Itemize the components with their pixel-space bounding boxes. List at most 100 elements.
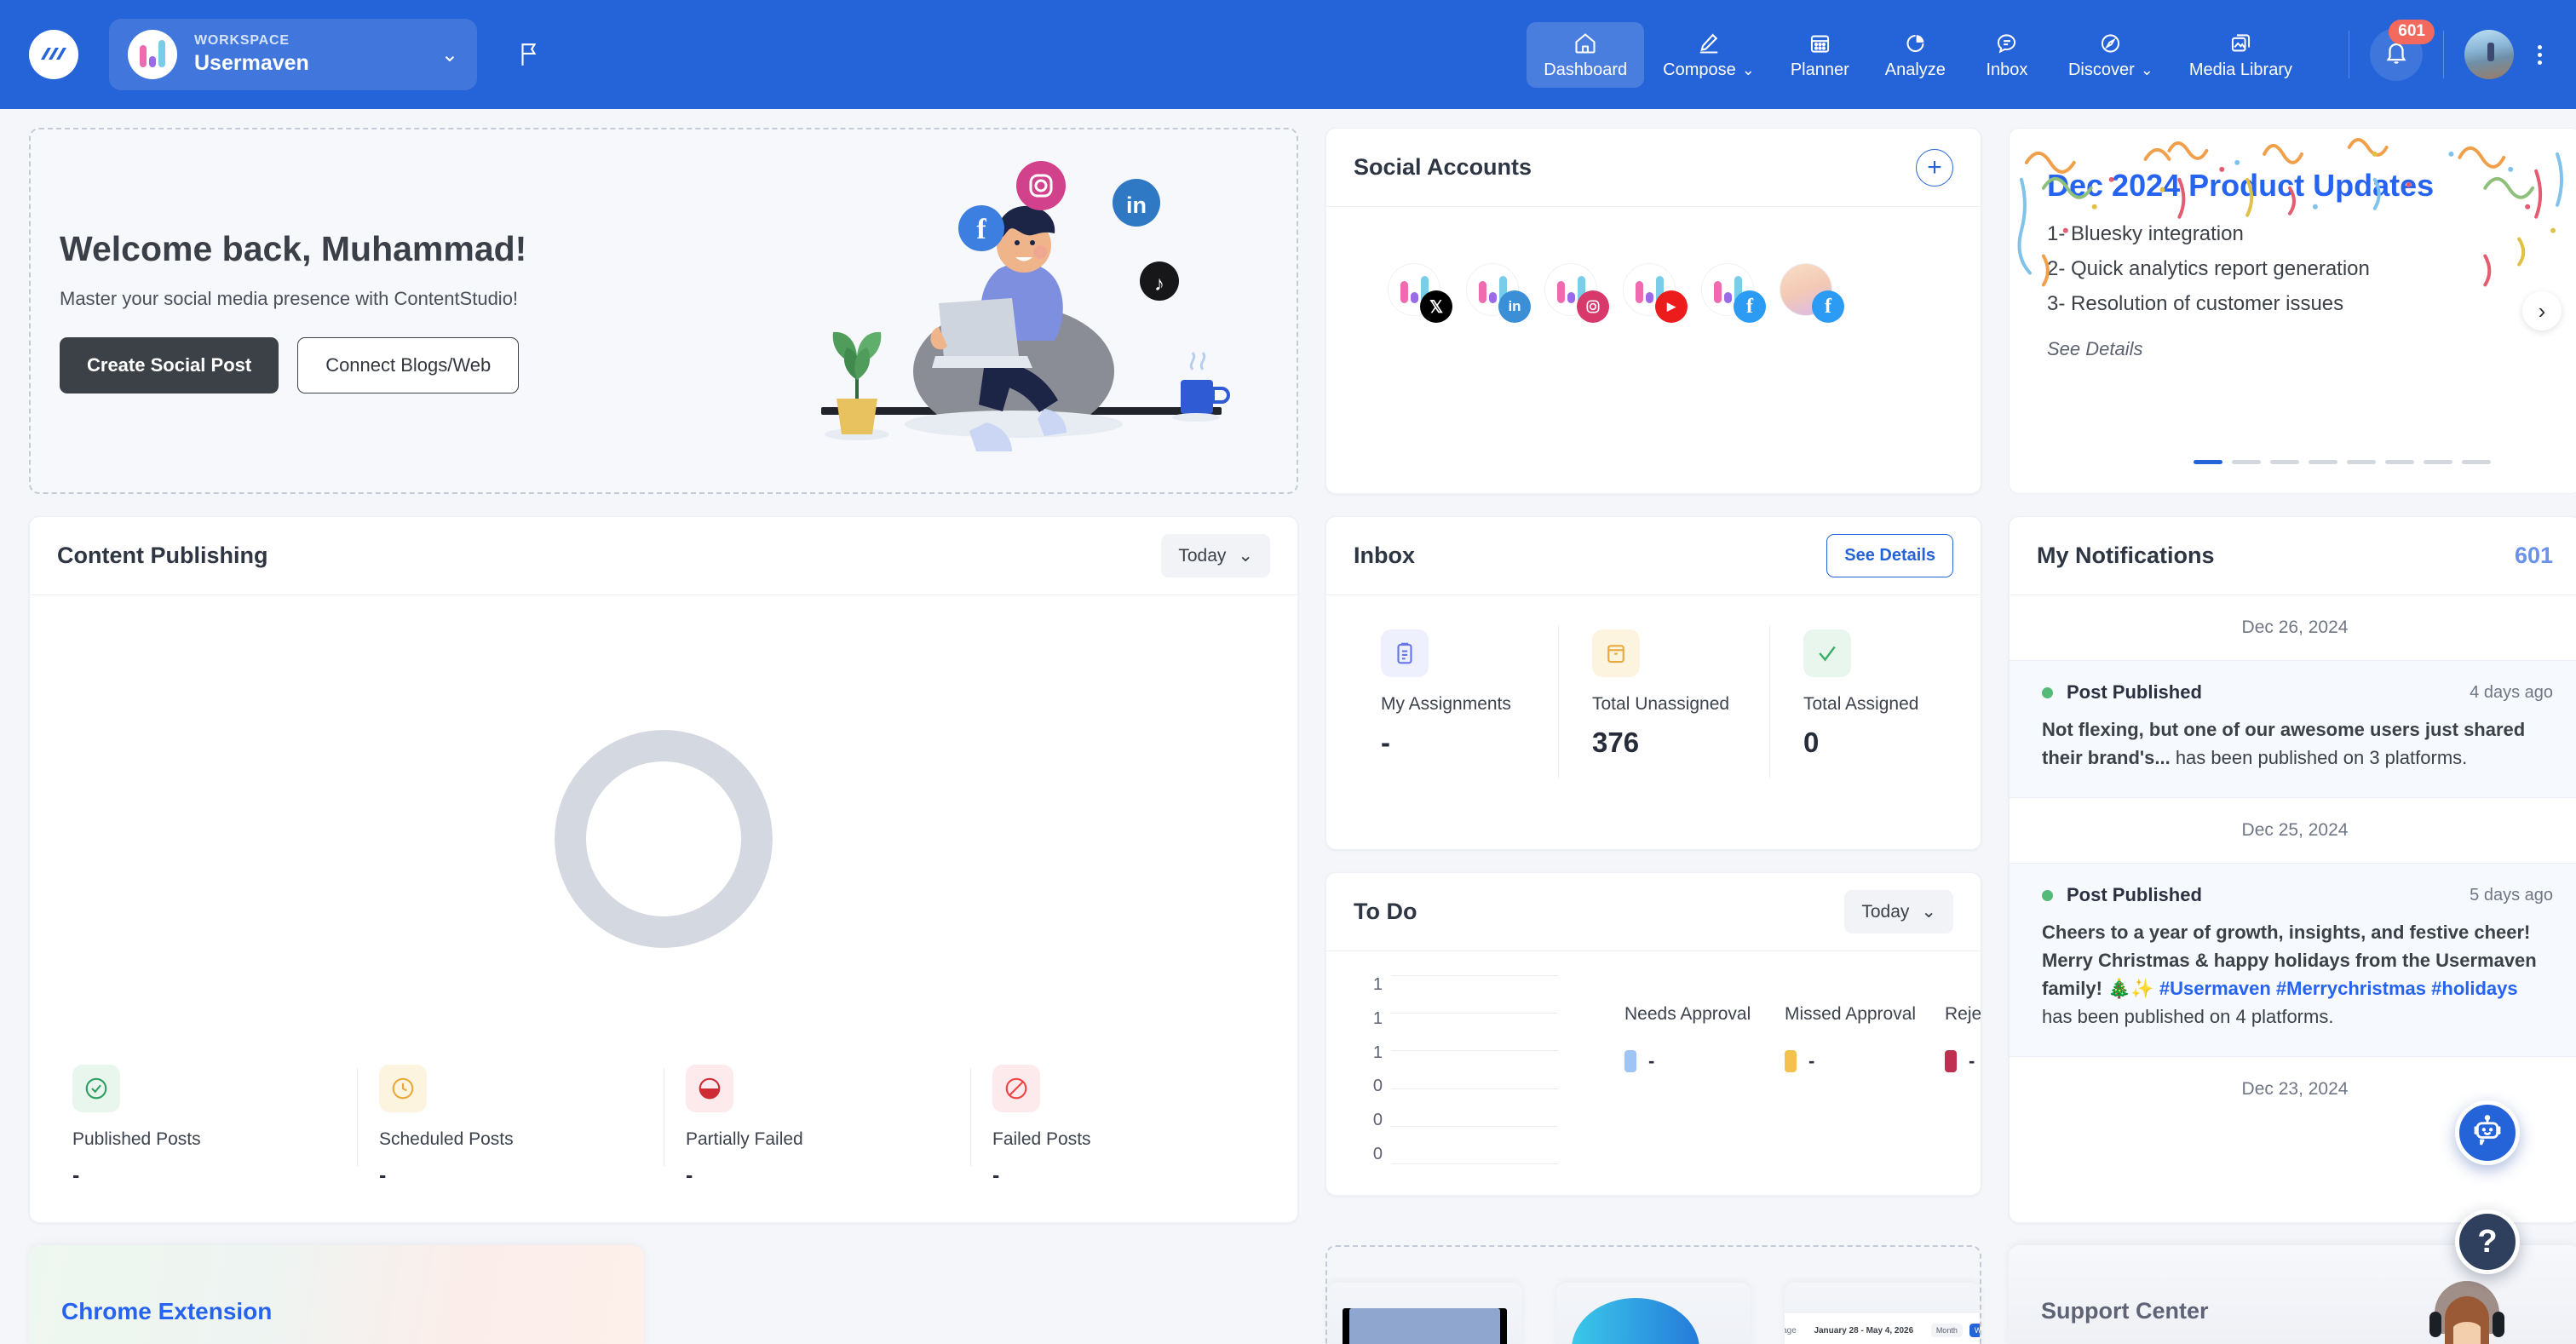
nav-item-dashboard[interactable]: Dashboard xyxy=(1527,21,1645,88)
nav-label-analyze: Analyze xyxy=(1884,60,1946,79)
carousel-dot[interactable] xyxy=(2385,460,2414,464)
linkedin-icon: in xyxy=(1498,290,1531,323)
chrome-extension-card[interactable]: Chrome Extension xyxy=(29,1245,644,1344)
message-icon xyxy=(1995,32,2018,55)
device-preview-1[interactable] xyxy=(1327,1283,1522,1344)
inbox-see-details-button[interactable]: See Details xyxy=(1826,534,1953,577)
notification-item[interactable]: Post Published 5 days ago Cheers to a ye… xyxy=(2010,863,2576,1057)
grid-lines xyxy=(1391,975,1558,1164)
carousel-dot[interactable] xyxy=(2462,460,2491,464)
notification-item[interactable]: Post Published 4 days ago Not flexing, b… xyxy=(2010,660,2576,798)
social-accounts-title: Social Accounts xyxy=(1354,154,1532,180)
legend-value: - xyxy=(1808,1049,1815,1071)
publishing-stats-row: Published Posts - Scheduled Posts - Part… xyxy=(30,1065,1297,1222)
more-options-icon[interactable] xyxy=(2533,40,2547,70)
social-account-x[interactable]: 𝕏 xyxy=(1388,263,1452,323)
compass-icon xyxy=(2099,32,2122,55)
y-tick: 0 xyxy=(1372,1111,1383,1130)
user-avatar[interactable] xyxy=(2464,30,2514,79)
carousel-dot[interactable] xyxy=(2309,460,2337,464)
nav-item-discover[interactable]: Discover ⌄ xyxy=(2051,22,2171,88)
carousel-dot[interactable] xyxy=(2194,460,2222,464)
stat-label: Published Posts xyxy=(72,1129,201,1149)
flag-icon[interactable] xyxy=(518,42,540,67)
workspace-label: WORKSPACE xyxy=(194,32,290,48)
y-tick: 0 xyxy=(1372,1144,1383,1163)
device-previews: Manage January 28 - May 4, 2026 Month We… xyxy=(1327,1283,1981,1344)
carousel-dots xyxy=(2194,460,2491,464)
social-accounts-card: Social Accounts + 𝕏 in ▶ f f xyxy=(1325,128,1981,494)
legend-rejected-posts: Rejected Posts - xyxy=(1945,1002,1981,1164)
notification-hashtag[interactable]: #Usermaven xyxy=(2159,978,2271,999)
notification-hashtag[interactable]: #Merrychristmas xyxy=(2276,978,2426,999)
help-button[interactable]: ? xyxy=(2455,1209,2520,1274)
legend-swatch xyxy=(1945,1049,1957,1072)
nav-item-planner[interactable]: Planner xyxy=(1774,22,1866,88)
legend-label: Needs Approval xyxy=(1624,1004,1751,1024)
publishing-donut-chart xyxy=(30,595,1297,1065)
device-preview-3[interactable]: Manage January 28 - May 4, 2026 Month We… xyxy=(1785,1283,1981,1344)
notification-date-group: Dec 26, 2024 xyxy=(2241,617,2349,637)
clipboard-icon xyxy=(1381,629,1429,677)
chat-bot-button[interactable] xyxy=(2455,1100,2520,1165)
social-account-facebook-1[interactable]: f xyxy=(1701,263,1766,323)
inbox-title: Inbox xyxy=(1354,543,1415,568)
mini-date-range: January 28 - May 4, 2026 xyxy=(1814,1325,1914,1335)
nav-item-compose[interactable]: Compose ⌄ xyxy=(1646,22,1772,88)
carousel-dot[interactable] xyxy=(2347,460,2376,464)
carousel-next-arrow-icon[interactable]: › xyxy=(2522,291,2562,330)
social-account-facebook-2[interactable]: f xyxy=(1780,263,1844,323)
grid-line xyxy=(1391,1013,1558,1014)
product-update-item: 1- Bluesky integration xyxy=(2047,222,2244,245)
stat-value: - xyxy=(1381,727,1390,758)
nav-item-media-library[interactable]: Media Library xyxy=(2172,22,2309,88)
content-publishing-range-select[interactable]: Today ⌄ xyxy=(1161,534,1270,577)
workspace-switcher[interactable]: WORKSPACE Usermaven ⌄ xyxy=(109,19,477,90)
stat-value: - xyxy=(686,1163,693,1187)
inbox-icon xyxy=(1592,629,1640,677)
nav-text-compose: Compose xyxy=(1663,60,1736,79)
nav-item-inbox[interactable]: Inbox xyxy=(1964,22,2050,88)
content-publishing-title: Content Publishing xyxy=(57,543,268,568)
stat-value: 376 xyxy=(1592,727,1640,758)
bottom-strip: Chrome Extension Manage January 28 - May… xyxy=(0,1245,2576,1344)
social-account-youtube[interactable]: ▶ xyxy=(1623,263,1688,323)
notification-timestamp: 5 days ago xyxy=(2470,885,2553,905)
stat-value: - xyxy=(72,1163,80,1187)
product-updates-see-details-link[interactable]: See Details xyxy=(2047,338,2543,360)
ban-icon xyxy=(992,1065,1040,1112)
social-account-linkedin[interactable]: in xyxy=(1466,263,1531,323)
stat-label: Partially Failed xyxy=(686,1129,803,1149)
nav-item-analyze[interactable]: Analyze xyxy=(1868,22,1963,88)
stat-partially-failed: Partially Failed - xyxy=(664,1065,970,1188)
social-account-instagram[interactable] xyxy=(1544,263,1609,323)
notifications-bell-button[interactable]: 601 xyxy=(2370,20,2435,81)
y-tick: 1 xyxy=(1372,1042,1383,1062)
carousel-dot[interactable] xyxy=(2232,460,2261,464)
welcome-banner: Welcome back, Muhammad! Master your soci… xyxy=(29,128,1298,494)
product-updates-list: 1- Bluesky integration 2- Quick analytic… xyxy=(2047,222,2543,316)
grid-line xyxy=(1391,1088,1558,1089)
carousel-dot[interactable] xyxy=(2424,460,2452,464)
carousel-dot[interactable] xyxy=(2270,460,2299,464)
legend-label: Missed Approval xyxy=(1785,1004,1917,1024)
grid-line xyxy=(1391,975,1558,976)
pencil-icon xyxy=(1697,32,1721,55)
facebook-icon: f xyxy=(1812,290,1844,323)
create-social-post-button[interactable]: Create Social Post xyxy=(60,336,279,393)
stat-label: Scheduled Posts xyxy=(379,1129,514,1149)
clock-icon xyxy=(379,1065,427,1112)
notification-kind: Post Published xyxy=(2067,681,2202,703)
connect-blogs-web-button[interactable]: Connect Blogs/Web xyxy=(297,336,520,393)
contentstudio-logo[interactable] xyxy=(29,30,78,79)
notification-text-rest: has been published on 3 platforms. xyxy=(2170,747,2468,768)
image-icon xyxy=(2229,32,2252,55)
add-social-account-button[interactable]: + xyxy=(1916,148,1953,187)
device-preview-2[interactable] xyxy=(1555,1283,1751,1344)
todo-bar-chart: 1 1 1 0 0 0 xyxy=(1367,975,1558,1164)
nav-text-discover: Discover xyxy=(2067,60,2135,79)
todo-title: To Do xyxy=(1354,899,1417,924)
notification-hashtag[interactable]: #holidays xyxy=(2431,978,2517,999)
welcome-title: Welcome back, Muhammad! xyxy=(60,228,527,268)
todo-range-select[interactable]: Today ⌄ xyxy=(1844,890,1953,933)
